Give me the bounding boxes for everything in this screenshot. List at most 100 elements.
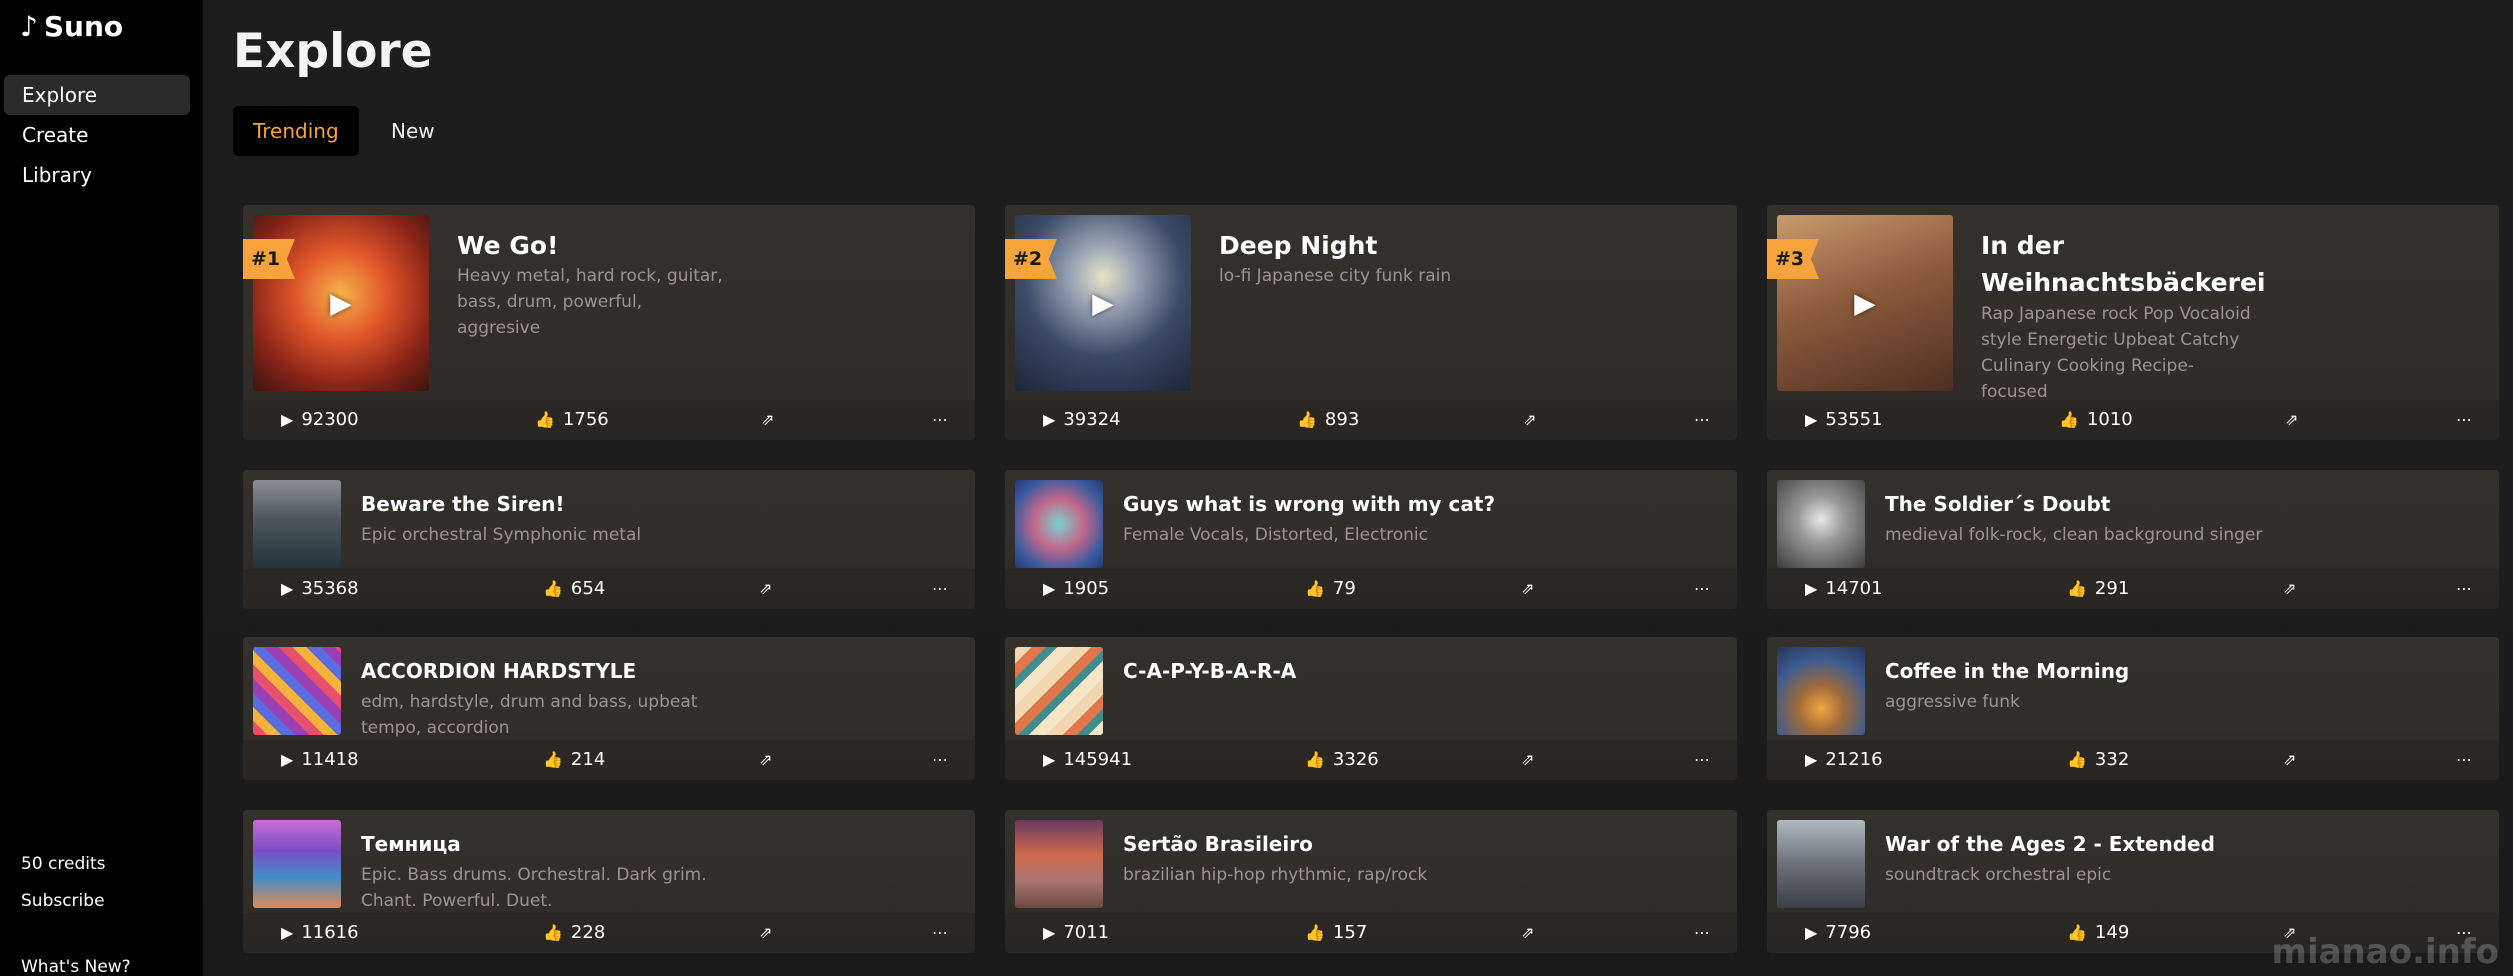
like-button[interactable]: 👍 79 (1305, 569, 1356, 609)
more-button[interactable]: ⋯ (2456, 569, 2473, 609)
song-stats: ▶ 53551 👍 1010 ⇗ ⋯ (1767, 400, 2499, 440)
suno-logo[interactable]: ♪ Suno (20, 10, 123, 43)
like-button[interactable]: 👍 3326 (1305, 740, 1379, 780)
song-card[interactable]: Coffee in the Morning aggressive funk ▶ 2… (1767, 637, 2499, 780)
more-button[interactable]: ⋯ (1694, 740, 1711, 780)
play-count[interactable]: ▶ 1905 (1043, 569, 1109, 609)
song-artwork[interactable] (253, 480, 341, 568)
sidebar-item-explore[interactable]: Explore (4, 75, 190, 115)
play-count[interactable]: ▶ 39324 (1043, 400, 1121, 440)
song-card[interactable]: Beware the Siren! Epic orchestral Sympho… (243, 470, 975, 609)
song-card[interactable]: #3 ▶ In der Weihnachtsbäckerei Rap Japan… (1767, 205, 2499, 440)
song-artwork[interactable] (1777, 480, 1865, 568)
song-tags: Heavy metal, hard rock, guitar, bass, dr… (457, 266, 723, 338)
more-icon: ⋯ (1694, 923, 1711, 942)
more-button[interactable]: ⋯ (932, 913, 949, 953)
play-count[interactable]: ▶ 11418 (281, 740, 359, 780)
thumbs-up-icon: 👍 (2067, 579, 2087, 598)
song-title[interactable]: In der Weihnachtsbäckerei (1981, 227, 2281, 301)
play-icon: ▶ (1043, 923, 1056, 942)
song-card[interactable]: #1 ▶ We Go! Heavy metal, hard rock, guit… (243, 205, 975, 440)
more-button[interactable]: ⋯ (2456, 740, 2473, 780)
song-artwork[interactable] (1777, 820, 1865, 908)
sidebar-item-create[interactable]: Create (4, 115, 190, 155)
share-button[interactable]: ⇗ (1521, 913, 1534, 953)
song-title[interactable]: Темница (361, 832, 461, 856)
play-count[interactable]: ▶ 7796 (1805, 913, 1871, 953)
play-icon[interactable]: ▶ (1092, 287, 1114, 320)
song-artwork[interactable] (253, 820, 341, 908)
tab-new[interactable]: New (371, 106, 455, 156)
more-icon: ⋯ (2456, 750, 2473, 769)
like-button[interactable]: 👍 214 (543, 740, 605, 780)
song-title[interactable]: The Soldier´s Doubt (1885, 492, 2110, 516)
subscribe-link[interactable]: Subscribe (21, 891, 105, 911)
share-button[interactable]: ⇗ (759, 740, 772, 780)
play-icon[interactable]: ▶ (330, 287, 352, 320)
like-button[interactable]: 👍 332 (2067, 740, 2129, 780)
song-artwork[interactable] (253, 647, 341, 735)
song-title[interactable]: Beware the Siren! (361, 492, 565, 516)
more-button[interactable]: ⋯ (2456, 400, 2473, 440)
song-title[interactable]: ACCORDION HARDSTYLE (361, 659, 636, 683)
share-button[interactable]: ⇗ (761, 400, 774, 440)
song-card[interactable]: Guys what is wrong with my cat? Female V… (1005, 470, 1737, 609)
song-title[interactable]: We Go! (457, 227, 757, 264)
play-count[interactable]: ▶ 53551 (1805, 400, 1883, 440)
like-button[interactable]: 👍 654 (543, 569, 605, 609)
song-card[interactable]: Темница Epic. Bass drums. Orchestral. Da… (243, 810, 975, 953)
sidebar-item-library[interactable]: Library (4, 155, 190, 195)
more-icon: ⋯ (932, 923, 949, 942)
play-count[interactable]: ▶ 35368 (281, 569, 359, 609)
play-count[interactable]: ▶ 11616 (281, 913, 359, 953)
song-tags: Female Vocals, Distorted, Electronic (1123, 525, 1428, 545)
more-button[interactable]: ⋯ (1694, 569, 1711, 609)
song-artwork[interactable] (1015, 647, 1103, 735)
whats-new-link[interactable]: What's New? (21, 957, 131, 976)
share-button[interactable]: ⇗ (1523, 400, 1536, 440)
song-title[interactable]: Guys what is wrong with my cat? (1123, 492, 1495, 516)
song-card[interactable]: ACCORDION HARDSTYLE edm, hardstyle, drum… (243, 637, 975, 780)
share-button[interactable]: ⇗ (1521, 740, 1534, 780)
sidebar: ♪ Suno Explore Create Library 50 credits… (0, 0, 203, 976)
play-count[interactable]: ▶ 21216 (1805, 740, 1883, 780)
song-artwork[interactable] (1015, 480, 1103, 568)
play-count[interactable]: ▶ 14701 (1805, 569, 1883, 609)
play-icon[interactable]: ▶ (1854, 287, 1876, 320)
share-button[interactable]: ⇗ (2283, 569, 2296, 609)
more-button[interactable]: ⋯ (1694, 913, 1711, 953)
like-button[interactable]: 👍 893 (1297, 400, 1359, 440)
share-button[interactable]: ⇗ (759, 913, 772, 953)
share-button[interactable]: ⇗ (2283, 740, 2296, 780)
song-title[interactable]: Deep Night (1219, 227, 1519, 264)
more-button[interactable]: ⋯ (1694, 400, 1711, 440)
song-title[interactable]: C-A-P-Y-B-A-R-A (1123, 659, 1296, 683)
more-button[interactable]: ⋯ (932, 740, 949, 780)
play-count[interactable]: ▶ 92300 (281, 400, 359, 440)
share-button[interactable]: ⇗ (759, 569, 772, 609)
more-button[interactable]: ⋯ (932, 400, 949, 440)
song-title[interactable]: Sertão Brasileiro (1123, 832, 1313, 856)
like-button[interactable]: 👍 157 (1305, 913, 1367, 953)
song-artwork[interactable] (1015, 820, 1103, 908)
like-button[interactable]: 👍 228 (543, 913, 605, 953)
play-count[interactable]: ▶ 7011 (1043, 913, 1109, 953)
share-button[interactable]: ⇗ (2285, 400, 2298, 440)
song-card[interactable]: The Soldier´s Doubt medieval folk-rock, … (1767, 470, 2499, 609)
song-title[interactable]: War of the Ages 2 - Extended (1885, 832, 2215, 856)
like-button[interactable]: 👍 149 (2067, 913, 2129, 953)
like-button[interactable]: 👍 291 (2067, 569, 2129, 609)
song-card[interactable]: Sertão Brasileiro brazilian hip-hop rhyt… (1005, 810, 1737, 953)
play-icon: ▶ (1805, 579, 1818, 598)
more-button[interactable]: ⋯ (932, 569, 949, 609)
share-button[interactable]: ⇗ (1521, 569, 1534, 609)
like-button[interactable]: 👍 1010 (2059, 400, 2133, 440)
song-title[interactable]: Coffee in the Morning (1885, 659, 2129, 683)
like-button[interactable]: 👍 1756 (535, 400, 609, 440)
song-artwork[interactable] (1777, 647, 1865, 735)
play-count[interactable]: ▶ 145941 (1043, 740, 1132, 780)
tab-trending[interactable]: Trending (233, 106, 359, 156)
song-card[interactable]: #2 ▶ Deep Night lo-fi Japanese city funk… (1005, 205, 1737, 440)
song-stats: ▶ 92300 👍 1756 ⇗ ⋯ (243, 400, 975, 440)
song-card[interactable]: C-A-P-Y-B-A-R-A ▶ 145941 👍 3326 ⇗ ⋯ (1005, 637, 1737, 780)
